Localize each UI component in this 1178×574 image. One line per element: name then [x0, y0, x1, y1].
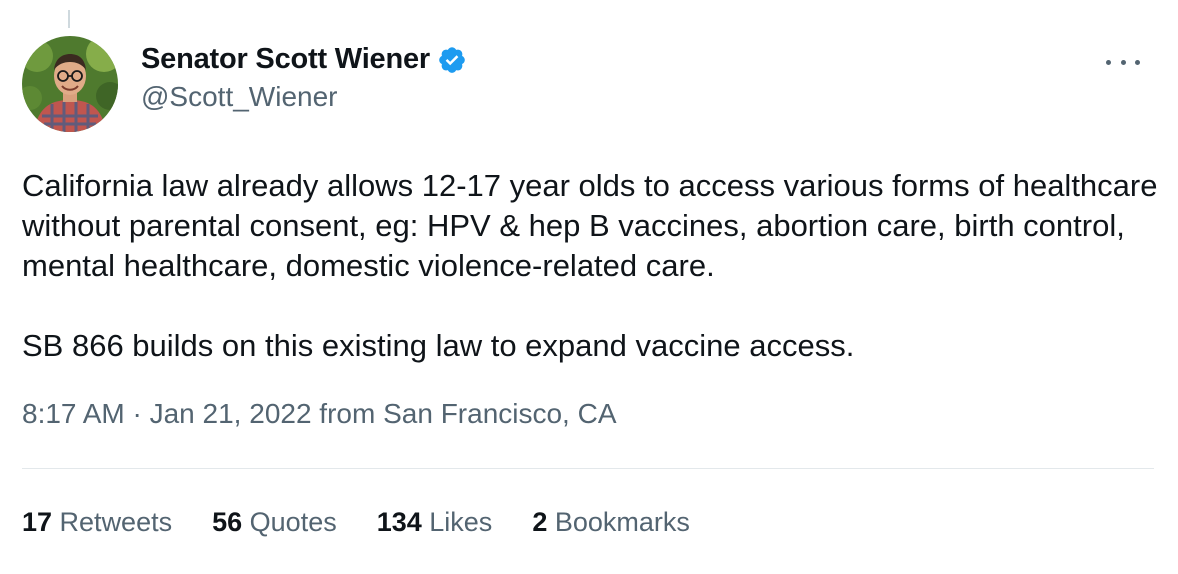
- tweet-text: California law already allows 12-17 year…: [22, 166, 1162, 366]
- stat-count: 17: [22, 507, 60, 537]
- stat-label: Likes: [429, 507, 493, 537]
- tweet-paragraph: SB 866 builds on this existing law to ex…: [22, 328, 855, 363]
- stat-quotes[interactable]: 56 Quotes: [212, 507, 337, 538]
- stat-label: Bookmarks: [554, 507, 690, 537]
- more-dot: [1106, 59, 1111, 65]
- tweet-paragraph: California law already allows 12-17 year…: [22, 168, 1158, 283]
- more-options-icon[interactable]: [1106, 52, 1140, 72]
- stat-count: 56: [212, 507, 250, 537]
- avatar[interactable]: [22, 36, 118, 132]
- handle[interactable]: @Scott_Wiener: [141, 81, 467, 113]
- engagement-stats: 17 Retweets 56 Quotes 134 Likes 2 Bookma…: [22, 507, 730, 538]
- stat-count: 2: [532, 507, 555, 537]
- stat-count: 134: [376, 507, 430, 537]
- tweet-timestamp[interactable]: 8:17 AM · Jan 21, 2022 from San Francisc…: [22, 398, 617, 430]
- display-name[interactable]: Senator Scott Wiener: [141, 43, 430, 76]
- author-block[interactable]: Senator Scott Wiener @Scott_Wiener: [141, 43, 467, 113]
- stat-label: Retweets: [59, 507, 173, 537]
- avatar-image: [22, 36, 118, 132]
- stat-label: Quotes: [249, 507, 337, 537]
- display-name-row: Senator Scott Wiener: [141, 43, 467, 76]
- more-dot: [1120, 59, 1126, 65]
- divider: [22, 468, 1154, 469]
- stat-retweets[interactable]: 17 Retweets: [22, 507, 172, 538]
- thread-line: [68, 10, 70, 28]
- stat-bookmarks[interactable]: 2 Bookmarks: [532, 507, 690, 538]
- stat-likes[interactable]: 134 Likes: [377, 507, 493, 538]
- more-dot: [1135, 59, 1140, 65]
- verified-badge-icon: [437, 45, 467, 75]
